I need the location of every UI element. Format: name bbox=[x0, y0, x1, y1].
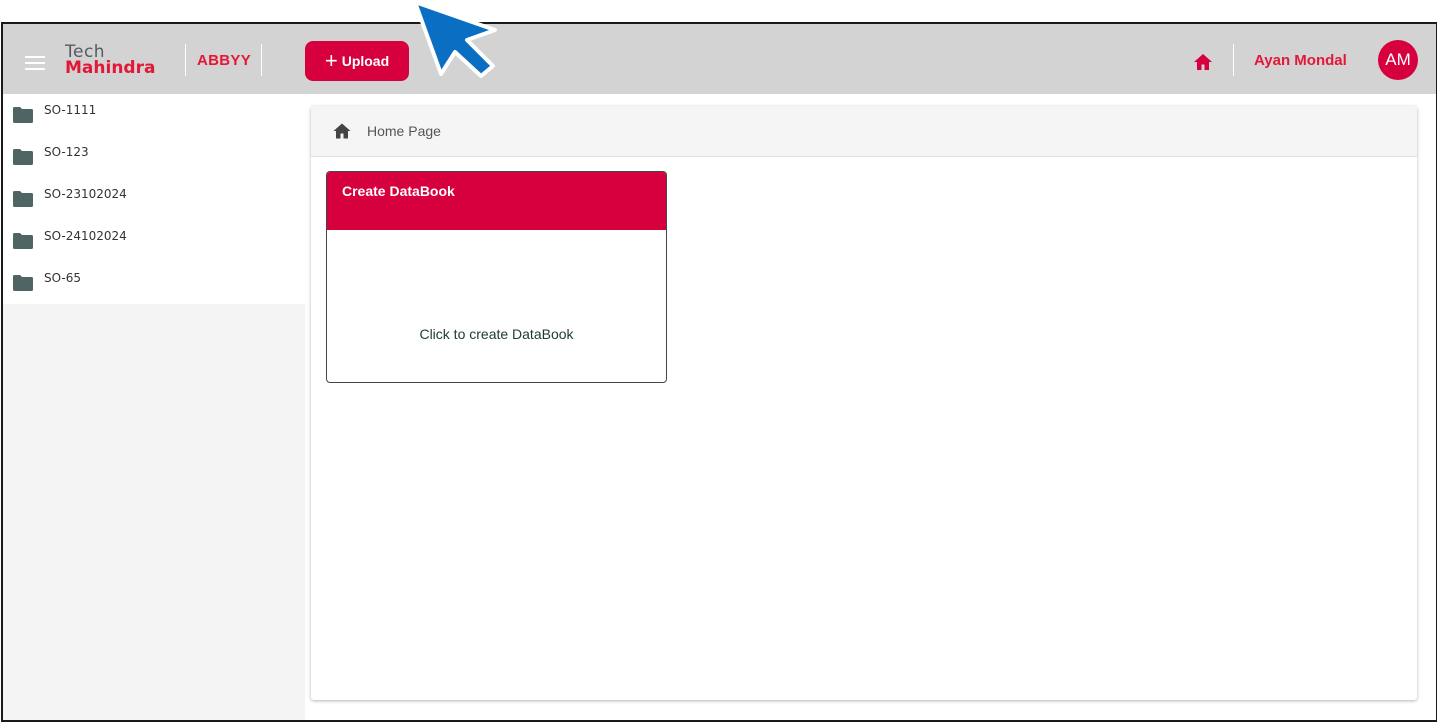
folder-icon bbox=[13, 149, 33, 165]
logo-line-2: Mahindra bbox=[65, 58, 156, 78]
sidebar-item-label: SO-65 bbox=[44, 271, 81, 285]
sidebar-item-so-23102024[interactable]: SO-23102024 bbox=[3, 178, 305, 220]
header-divider bbox=[1233, 44, 1234, 76]
sidebar-item-label: SO-123 bbox=[44, 145, 89, 159]
user-name[interactable]: Ayan Mondal bbox=[1254, 52, 1347, 69]
header-divider bbox=[261, 44, 262, 76]
folder-icon bbox=[13, 275, 33, 291]
folder-list: SO-1111 SO-123 SO-23102024 SO-24102024 S… bbox=[3, 94, 305, 304]
breadcrumb-home-page[interactable]: Home Page bbox=[367, 123, 441, 139]
product-name: ABBYY bbox=[197, 52, 252, 69]
card-title: Create DataBook bbox=[327, 172, 666, 230]
pointer-arrow-icon bbox=[413, 0, 497, 78]
breadcrumb: Home Page bbox=[311, 106, 1417, 157]
app-window: Tech Mahindra ABBYY + Upload Ayan Mondal… bbox=[1, 22, 1437, 722]
tech-mahindra-logo: Tech Mahindra bbox=[65, 44, 156, 78]
home-icon[interactable] bbox=[1193, 53, 1213, 71]
avatar[interactable]: AM bbox=[1378, 40, 1418, 80]
header-divider bbox=[185, 44, 186, 76]
sidebar-item-label: SO-1111 bbox=[44, 103, 97, 117]
sidebar-item-so-123[interactable]: SO-123 bbox=[3, 136, 305, 178]
sidebar-item-so-1111[interactable]: SO-1111 bbox=[3, 94, 305, 136]
folder-icon bbox=[13, 233, 33, 249]
folder-icon bbox=[13, 191, 33, 207]
folder-icon bbox=[13, 107, 33, 123]
main-panel: Home Page Create DataBook Click to creat… bbox=[311, 106, 1417, 700]
upload-button[interactable]: + Upload bbox=[305, 41, 409, 81]
upload-button-label: Upload bbox=[341, 53, 390, 69]
sidebar-item-so-24102024[interactable]: SO-24102024 bbox=[3, 220, 305, 262]
plus-icon: + bbox=[324, 48, 338, 73]
sidebar: SO-1111 SO-123 SO-23102024 SO-24102024 S… bbox=[3, 94, 305, 720]
top-bar: Tech Mahindra ABBYY + Upload Ayan Mondal… bbox=[3, 24, 1436, 94]
sidebar-item-label: SO-23102024 bbox=[44, 187, 127, 201]
sidebar-item-so-65[interactable]: SO-65 bbox=[3, 262, 305, 304]
sidebar-item-label: SO-24102024 bbox=[44, 229, 127, 243]
create-databook-card[interactable]: Create DataBook Click to create DataBook bbox=[326, 171, 667, 383]
home-icon[interactable] bbox=[333, 123, 351, 139]
hamburger-menu-icon[interactable] bbox=[25, 56, 45, 70]
card-body-text: Click to create DataBook bbox=[419, 326, 574, 342]
